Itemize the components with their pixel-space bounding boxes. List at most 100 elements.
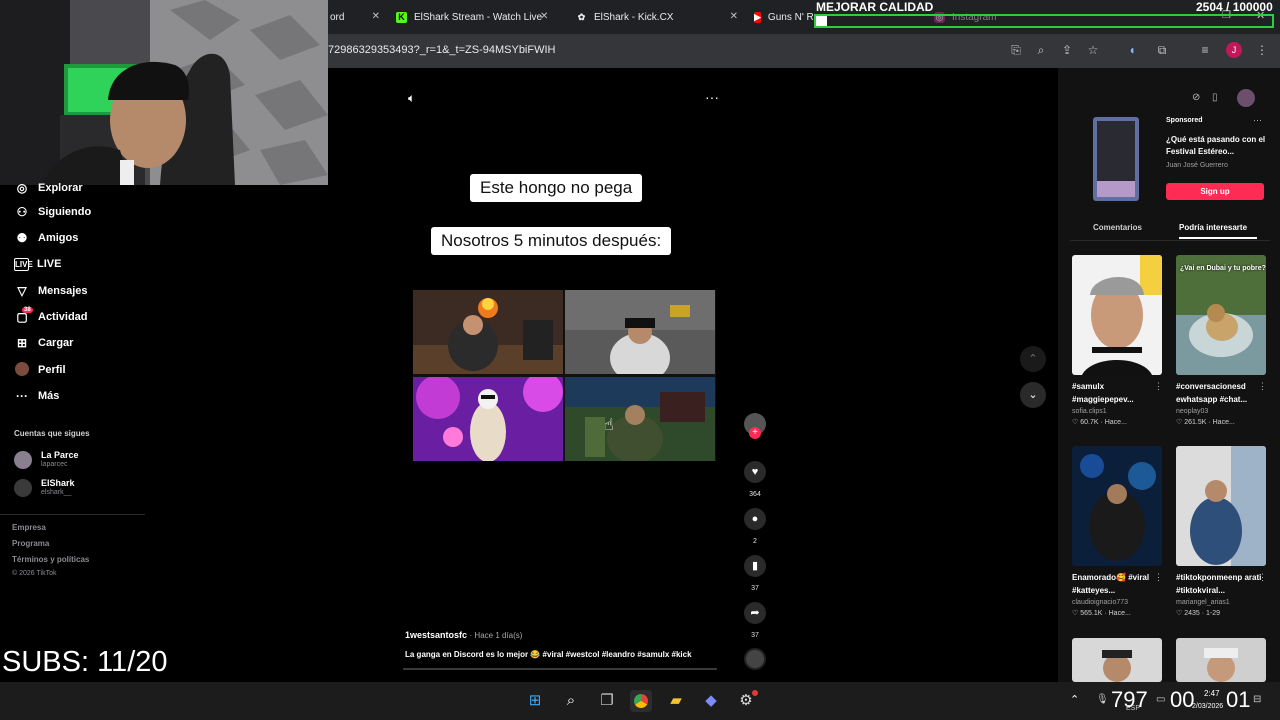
ad-more-icon[interactable]: ··· — [1253, 115, 1262, 125]
video-frame-bottom-right — [565, 377, 715, 461]
video-card[interactable]: Enamorado🥰 #viral #katteyes... claudioig… — [1072, 446, 1164, 620]
save-count: 37 — [751, 585, 759, 592]
sign-up-button[interactable]: Sign up — [1166, 183, 1264, 200]
video-progress-bar[interactable] — [403, 668, 717, 670]
prev-video-chevron-up-icon[interactable]: ⌃ — [1020, 346, 1046, 372]
messages-icon: ▽ — [17, 284, 27, 298]
footer-link[interactable]: Empresa — [12, 523, 46, 532]
sidebar-item-activity[interactable]: ▢ 38 Actividad — [14, 307, 88, 327]
mic-icon[interactable]: 🎙︎ — [1096, 694, 1109, 705]
author-avatar-follow[interactable]: + — [744, 413, 766, 447]
sidebar-item-label: Siguiendo — [38, 206, 92, 218]
video-player[interactable] — [413, 290, 716, 461]
card-thumbnail-partial[interactable] — [1072, 638, 1162, 682]
ad-thumbnail[interactable] — [1093, 117, 1139, 201]
youtube-icon: ▶ — [754, 11, 761, 23]
task-view-icon[interactable]: ❐ — [596, 690, 618, 712]
goal-progress-bar — [814, 14, 1274, 28]
sidebar-item-more[interactable]: ··· Más — [14, 386, 59, 406]
author-name[interactable]: 1westsantosfc — [405, 630, 467, 640]
tab-title: ElShark Stream - Watch Live — [414, 11, 543, 23]
more-icon: ··· — [16, 389, 28, 403]
close-icon[interactable]: ✕ — [730, 11, 738, 22]
music-disc[interactable] — [744, 648, 766, 670]
following-account[interactable]: La Parce laparcec — [14, 450, 79, 469]
sidebar-item-label: Actividad — [38, 311, 88, 323]
sidebar-item-label: Amigos — [38, 232, 79, 244]
card-more-icon[interactable]: ⋮ — [1154, 381, 1163, 392]
sidebar-item-friends[interactable]: ⚉ Amigos — [14, 228, 79, 248]
notification-badge: 38 — [22, 307, 33, 313]
save-button[interactable]: ▮ 37 — [744, 555, 766, 592]
user-avatar[interactable] — [1237, 89, 1255, 107]
ad-title[interactable]: ¿Qué está pasando con el Festival Estére… — [1166, 134, 1266, 158]
video-card[interactable]: #tiktokponmeenp arati #tiktokviral... ma… — [1176, 446, 1268, 620]
app-icon[interactable]: ◆ — [700, 690, 722, 712]
extensions-puzzle-icon[interactable]: ⧉ — [1154, 42, 1170, 58]
bookmark-star-icon[interactable]: ☆ — [1085, 42, 1101, 58]
tab-title: Guns N' Roses - Welcome T — [767, 11, 814, 23]
copyright: © 2026 TikTok — [12, 570, 57, 577]
windows-start-icon[interactable]: ⊞ — [524, 690, 546, 712]
overlay-counter-mid: 00 — [1170, 687, 1195, 712]
following-icon: ⚇ — [16, 205, 28, 219]
close-icon[interactable]: ✕ — [540, 11, 548, 22]
close-icon[interactable]: ✕ — [372, 11, 380, 22]
tab-guns-n-roses[interactable]: ▶ Guns N' Roses - Welcome T — [754, 4, 814, 30]
network-icon[interactable]: ▭ — [1156, 694, 1165, 705]
file-explorer-icon[interactable]: ▰ — [665, 690, 687, 712]
tray-chevron-icon[interactable]: ⌃ — [1070, 693, 1079, 706]
comment-button[interactable]: ● 2 — [744, 508, 766, 545]
sidebar-item-live[interactable]: LIVE LIVE — [14, 254, 61, 274]
account-handle: elshark__ — [41, 489, 72, 496]
card-thumbnail-partial[interactable] — [1176, 638, 1266, 682]
video-card[interactable]: ¿Vai en Dubai y tu pobre? #conversacione… — [1176, 255, 1268, 429]
search-icon[interactable]: ⌕ — [560, 690, 582, 712]
footer-link[interactable]: Programa — [12, 539, 49, 548]
tab-elshark-kickcx[interactable]: ✿ ElShark - Kick.CX ✕ — [576, 4, 738, 30]
account-name: La Parce — [41, 450, 79, 460]
sidebar-item-upload[interactable]: ⊞ Cargar — [14, 333, 74, 353]
card-more-icon[interactable]: ⋮ — [1258, 572, 1267, 583]
notifications-icon[interactable]: ⊟ — [1253, 694, 1261, 705]
settings-icon[interactable]: ⊘ — [1192, 92, 1200, 103]
media-control-icon[interactable]: ≡ — [1197, 42, 1213, 58]
share-icon: ➦ — [744, 602, 766, 624]
following-account[interactable]: ElShark elshark__ — [14, 478, 75, 497]
card-more-icon[interactable]: ⋮ — [1154, 572, 1163, 583]
share-button[interactable]: ➦ 37 — [744, 602, 766, 639]
notification-dot — [752, 690, 758, 696]
video-card[interactable]: #samulx #maggiepepev... sofia.clips1 ♡ 6… — [1072, 255, 1164, 429]
tab-title: ElShark - Kick.CX — [594, 11, 674, 23]
url-field[interactable]: 72986329353493?_r=1&_t=ZS-94MSYbiFWIH — [328, 44, 555, 56]
translate-icon[interactable]: ⎘ — [1008, 42, 1024, 58]
zoom-icon[interactable]: ⌕ — [1033, 42, 1049, 58]
clock-time[interactable]: 2:47 — [1204, 689, 1220, 698]
card-thumbnail — [1072, 255, 1162, 375]
install-app-icon[interactable]: ⇪ — [1059, 42, 1075, 58]
tab-discord[interactable]: ord ✕ — [330, 4, 380, 30]
webcam-image — [0, 0, 328, 185]
profile-avatar[interactable]: J — [1226, 42, 1242, 58]
following-section-title: Cuentas que sigues — [14, 429, 90, 438]
video-frame-top-right — [565, 290, 715, 374]
next-video-chevron-down-icon[interactable]: ⌄ — [1020, 382, 1046, 408]
clock-date[interactable]: 2/03/2026 — [1192, 703, 1223, 710]
extension-icon[interactable]: ◖ — [1124, 42, 1140, 58]
tab-recommended[interactable]: Podría interesarte — [1179, 223, 1247, 232]
sidebar-item-explore[interactable]: ◎ Explorar — [14, 178, 83, 198]
more-options-icon[interactable]: ··· — [705, 89, 719, 105]
follow-plus-icon[interactable]: + — [749, 427, 761, 439]
activity-icon: ▢ 38 — [16, 307, 33, 324]
sidebar-item-profile[interactable]: Perfil — [14, 360, 66, 380]
sidebar-item-following[interactable]: ⚇ Siguiendo — [14, 202, 92, 222]
volume-icon[interactable]: 🔈︎ — [408, 91, 415, 106]
tab-comments[interactable]: Comentarios — [1093, 223, 1142, 232]
device-icon[interactable]: ▯ — [1212, 92, 1218, 103]
menu-kebab-icon[interactable]: ⋮ — [1254, 42, 1270, 58]
like-button[interactable]: ♥ 364 — [744, 461, 766, 498]
card-more-icon[interactable]: ⋮ — [1258, 381, 1267, 392]
chrome-icon[interactable] — [630, 690, 652, 712]
footer-link[interactable]: Términos y políticas — [12, 555, 89, 564]
sidebar-item-messages[interactable]: ▽ Mensajes — [14, 281, 87, 301]
